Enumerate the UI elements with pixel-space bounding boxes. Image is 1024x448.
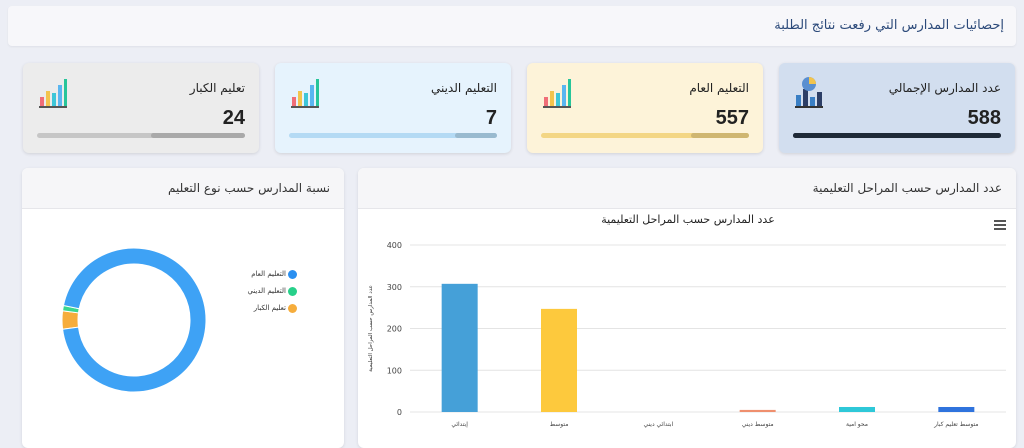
bar-chart: عدد المدارس حسب المراحل التعليمية 0 100 200… (368, 213, 1006, 428)
bar-chart-icon (291, 79, 319, 108)
x-tick-label: متوسط (550, 421, 569, 428)
card-adult-education: تعليم الكبار 24 (23, 63, 259, 153)
card-title: تعليم الكبار (189, 81, 245, 95)
card-progress-fill (455, 133, 497, 138)
card-value: 588 (967, 107, 1001, 129)
x-tick-label: محو امية (846, 421, 868, 428)
pie-panel: نسبة المدارس حسب نوع التعليم التعليم الع… (22, 168, 344, 448)
page-header: إحصائيات المدارس التي رفعت نتائج الطلبة (8, 6, 1016, 46)
bar-chart-icon (543, 79, 571, 108)
legend-dot (288, 270, 297, 279)
donut-slice[interactable] (62, 248, 207, 393)
card-progress-bar (793, 133, 1001, 138)
page-title: إحصائيات المدارس التي رفعت نتائج الطلبة (774, 18, 1004, 33)
legend-item-general[interactable]: التعليم العام (222, 270, 286, 278)
bar[interactable] (739, 409, 776, 412)
y-tick-label: 300 (387, 283, 402, 292)
y-tick-label: 100 (387, 366, 402, 375)
legend-label: التعليم الديني (247, 287, 286, 295)
card-progress-bar (289, 133, 497, 138)
chart-title: عدد المدارس حسب المراحل التعليمية (601, 213, 775, 226)
card-progress-fill (690, 133, 749, 138)
y-axis-label: عدد المدارس حسب المراحل التعليمية (368, 285, 374, 372)
y-tick-label: 200 (387, 325, 402, 334)
analytics-icon (795, 77, 823, 108)
bar-chart-icon (39, 79, 67, 108)
card-title: عدد المدارس الإجمالي (888, 81, 1001, 95)
bar-panel: عدد المدارس حسب المراحل التعليمية عدد ال… (358, 168, 1016, 448)
card-religious-education: التعليم الديني 7 (275, 63, 511, 153)
card-progress-bar (37, 133, 245, 138)
card-title: التعليم العام (689, 81, 749, 95)
donut-slice[interactable] (62, 310, 80, 330)
card-general-education: التعليم العام 557 (527, 63, 763, 153)
bar[interactable] (938, 406, 975, 412)
panel-header: نسبة المدارس حسب نوع التعليم (22, 168, 344, 209)
y-tick-label: 400 (387, 241, 402, 250)
legend-label: التعليم العام (251, 270, 286, 278)
panel-title: نسبة المدارس حسب نوع التعليم (168, 181, 330, 195)
card-value: 7 (485, 107, 497, 129)
card-title: التعليم الديني (430, 81, 497, 95)
bar[interactable] (541, 308, 577, 412)
card-progress-bar (541, 133, 749, 138)
card-total-schools: عدد المدارس الإجمالي 588 (779, 63, 1015, 153)
card-progress-fill (151, 133, 245, 138)
legend-dot (288, 287, 297, 296)
card-progress-fill (793, 133, 1001, 138)
x-tick-label: متوسط ديني (742, 421, 774, 428)
panel-title: عدد المدارس حسب المراحل التعليمية (812, 181, 1002, 195)
donut-chart (62, 248, 207, 393)
legend-item-religious[interactable]: التعليم الديني (222, 287, 286, 295)
legend-label: تعليم الكبار (253, 304, 286, 312)
panel-header: عدد المدارس حسب المراحل التعليمية (358, 168, 1016, 209)
x-tick-label: متوسط تعليم كبار (933, 421, 978, 428)
legend-dot (288, 304, 297, 313)
card-value: 24 (222, 107, 245, 129)
x-tick-label: إبتدائي (451, 421, 468, 428)
card-value: 557 (715, 107, 749, 129)
legend-item-adult[interactable]: تعليم الكبار (222, 304, 286, 312)
bar[interactable] (839, 406, 875, 412)
y-tick-label: 0 (397, 408, 402, 417)
bar[interactable] (441, 283, 478, 412)
x-tick-label: ابتدائي ديني (643, 421, 673, 428)
